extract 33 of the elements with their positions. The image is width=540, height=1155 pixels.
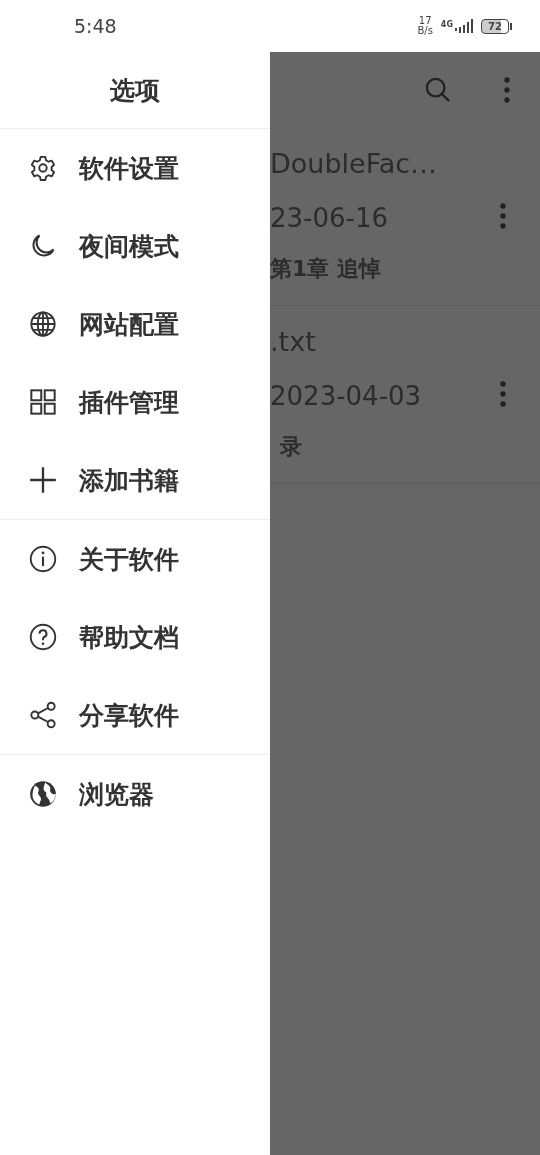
speed-unit: B/s [417, 26, 433, 36]
menu-item[interactable]: 帮助文档 [0, 598, 270, 676]
book-chapter: 录 [280, 433, 302, 461]
menu-item[interactable]: 添加书籍 [0, 441, 270, 519]
help-icon [29, 623, 57, 651]
book-chapter: 第1章 追悼 [270, 255, 381, 283]
earth-icon [29, 780, 57, 808]
menu-item[interactable]: 夜间模式 [0, 207, 270, 285]
menu-item[interactable]: 软件设置 [0, 129, 270, 207]
more-icon[interactable] [504, 77, 510, 103]
menu-item[interactable]: 插件管理 [0, 363, 270, 441]
plus-icon [29, 466, 57, 494]
book-title: .txt [270, 326, 316, 357]
info-icon [29, 545, 57, 573]
more-icon[interactable] [500, 381, 506, 407]
menu-item[interactable]: 网站配置 [0, 285, 270, 363]
menu-item[interactable]: 浏览器 [0, 755, 270, 833]
grid-icon [29, 388, 57, 416]
share-icon [29, 701, 57, 729]
globe-icon [29, 310, 57, 338]
speed-value: 17 [418, 16, 432, 26]
network-type: 4G [440, 20, 453, 29]
book-date: 23-06-16 [270, 203, 388, 233]
search-icon [424, 76, 452, 104]
menu-item[interactable]: 分享软件 [0, 676, 270, 754]
menu-item[interactable]: 关于软件 [0, 520, 270, 598]
book-title: DoubleFac… [270, 148, 438, 179]
clock: 5:48 [74, 15, 118, 37]
gear-icon [29, 154, 57, 182]
book-date: 2023-04-03 [270, 381, 422, 411]
battery-icon: 72 [481, 18, 509, 34]
more-icon[interactable] [500, 203, 506, 229]
signal-icon [455, 19, 473, 33]
